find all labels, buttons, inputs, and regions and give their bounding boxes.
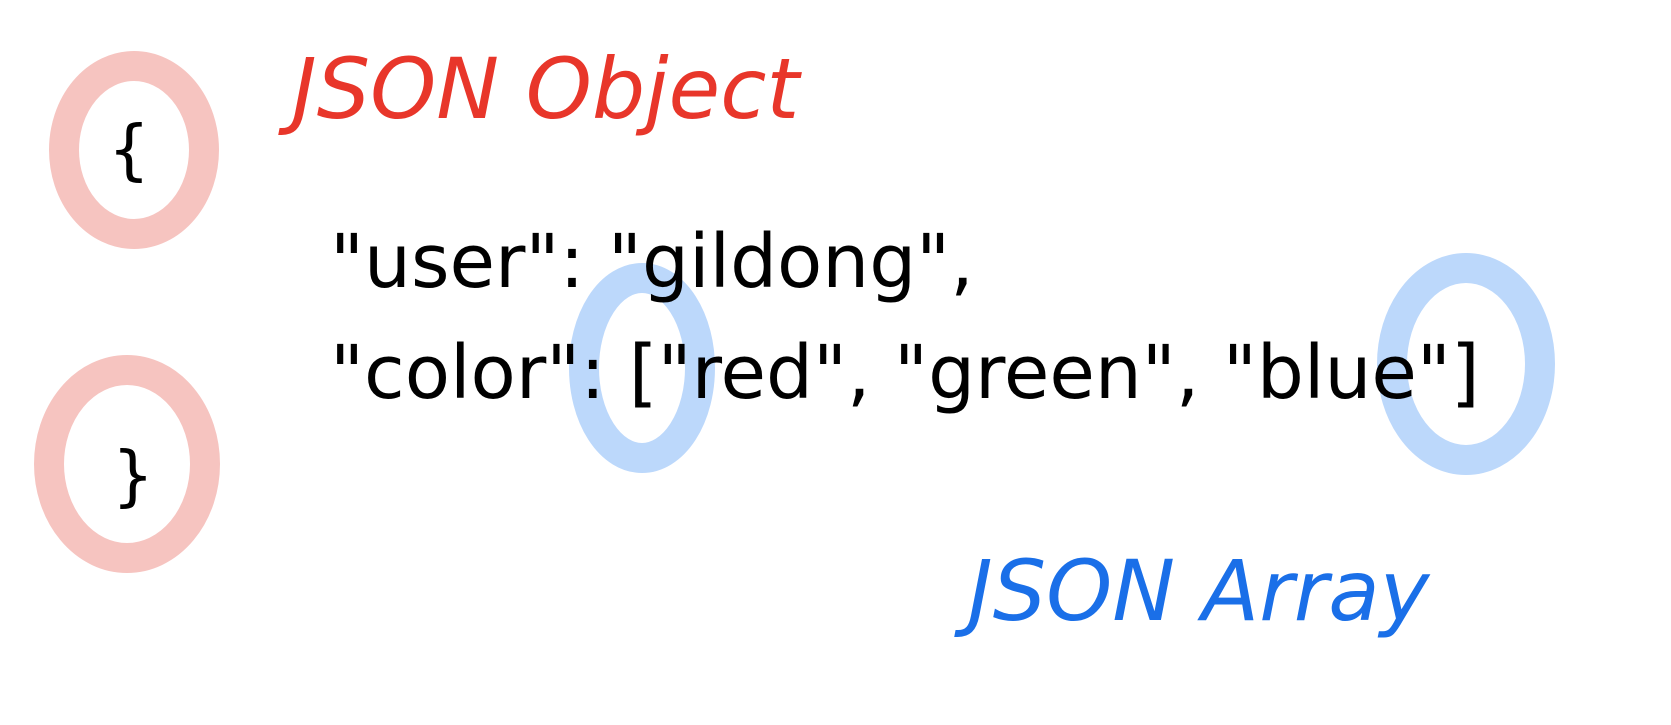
code-line-user: "user": "gildong", bbox=[330, 219, 974, 305]
json-array-label: JSON Array bbox=[954, 542, 1431, 640]
close-brace: } bbox=[112, 437, 154, 514]
code-line-color: "color": ["red", "green", "blue"] bbox=[330, 330, 1480, 416]
open-brace: { bbox=[108, 111, 150, 188]
json-object-label: JSON Object bbox=[278, 40, 802, 138]
json-diagram: JSON Object JSON Array { } "user": "gild… bbox=[34, 40, 1555, 640]
